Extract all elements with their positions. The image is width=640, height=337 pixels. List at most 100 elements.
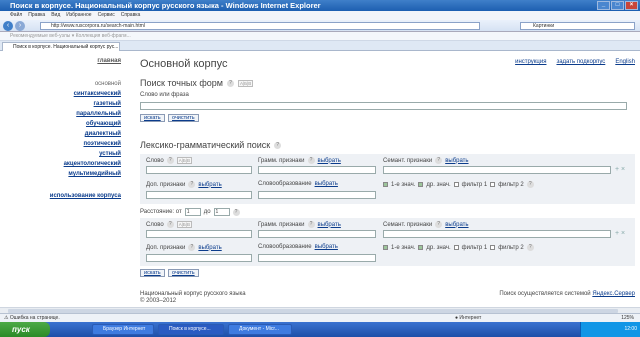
search-input[interactable]: Картинки bbox=[520, 22, 635, 30]
checkbox-filter1-2[interactable] bbox=[453, 245, 459, 250]
sem-choose-link[interactable]: выбрать bbox=[445, 158, 468, 164]
tab-active[interactable]: Поиск в корпусе. Национальный корпус рус… bbox=[2, 42, 120, 51]
help-icon[interactable]: ? bbox=[274, 141, 282, 149]
menu-help[interactable]: Справка bbox=[121, 11, 141, 20]
help-icon[interactable]: ? bbox=[188, 244, 196, 251]
sidebar-item-poetry[interactable]: поэтический bbox=[83, 141, 121, 147]
warning-icon[interactable]: ⚠ bbox=[4, 315, 8, 321]
exact-search-button[interactable]: искать bbox=[140, 114, 165, 122]
tab-bar: Поиск в корпусе. Национальный корпус рус… bbox=[0, 41, 640, 51]
sem-input[interactable] bbox=[383, 166, 611, 174]
sidebar-item-accent[interactable]: акцентологический bbox=[64, 161, 121, 167]
favorites-items[interactable]: Рекомендуемые веб-узлы ▾ Коллекция веб-ф… bbox=[10, 33, 131, 39]
menu-view[interactable]: Вид bbox=[51, 11, 60, 20]
help-icon[interactable]: ? bbox=[435, 221, 443, 228]
maximize-button[interactable]: □ bbox=[611, 1, 624, 10]
yandex-server-link[interactable]: Яндекс.Сервер bbox=[592, 291, 635, 297]
english-link[interactable]: English bbox=[615, 59, 635, 65]
gram-choose-link-2[interactable]: выбрать bbox=[318, 222, 341, 228]
add-remove-icons-2[interactable]: + × bbox=[615, 230, 625, 237]
word-block-2: Слово ? А|Б|В Грамм. признаки ? выбрать … bbox=[140, 218, 635, 266]
status-error-text[interactable]: Ошибка на странице. bbox=[10, 315, 60, 321]
sidebar-item-dialect[interactable]: диалектный bbox=[85, 131, 121, 137]
addit-input-2[interactable] bbox=[146, 254, 252, 262]
addit-choose-link-2[interactable]: выбрать bbox=[198, 245, 221, 251]
addit-input[interactable] bbox=[146, 191, 252, 199]
wordform-choose-link[interactable]: выбрать bbox=[315, 181, 338, 187]
sidebar-item-learning[interactable]: обучающий bbox=[86, 121, 121, 127]
sem-choose-link-2[interactable]: выбрать bbox=[445, 222, 468, 228]
lexgram-search-button[interactable]: искать bbox=[140, 269, 165, 277]
menu-tools[interactable]: Сервис bbox=[98, 11, 115, 20]
zoom-level[interactable]: 125% bbox=[621, 314, 634, 322]
distance-to-label: до bbox=[203, 209, 211, 215]
help-icon[interactable]: ? bbox=[526, 181, 534, 188]
sem-label-text-2: Семант. признаки bbox=[383, 221, 433, 228]
word-input[interactable] bbox=[146, 166, 252, 174]
wordform-label-2: Словообразование выбрать bbox=[258, 244, 338, 250]
sidebar-item-home[interactable]: главная bbox=[97, 58, 121, 64]
help-icon[interactable]: ? bbox=[435, 157, 443, 164]
addit-label-text-2: Доп. признаки bbox=[146, 244, 186, 251]
lexgram-clear-button[interactable]: очистить bbox=[168, 269, 199, 277]
distance-to-input[interactable]: 1 bbox=[213, 208, 230, 216]
gram-label: Грамм. признаки ? выбрать bbox=[258, 157, 341, 164]
keyboard-icon[interactable]: А|Б|В bbox=[176, 221, 192, 228]
wordform-choose-link-2[interactable]: выбрать bbox=[315, 244, 338, 250]
checkbox-other-meaning[interactable] bbox=[418, 182, 424, 187]
help-icon[interactable]: ? bbox=[227, 79, 234, 87]
close-button[interactable]: × bbox=[625, 1, 638, 10]
addit-choose-link[interactable]: выбрать bbox=[198, 182, 221, 188]
add-remove-icons[interactable]: + × bbox=[615, 166, 625, 173]
keyboard-icon[interactable]: А|Б|В bbox=[238, 79, 254, 87]
distance-from-input[interactable]: 1 bbox=[184, 208, 201, 216]
help-icon[interactable]: ? bbox=[232, 208, 240, 216]
menu-file[interactable]: Файл bbox=[10, 11, 22, 20]
gram-input[interactable] bbox=[258, 166, 376, 174]
checkbox-other-meaning-2[interactable] bbox=[418, 245, 424, 250]
taskbar-item-ie[interactable]: Поиск в корпусе... bbox=[158, 324, 224, 335]
taskbar-item-word[interactable]: Документ - Micr... bbox=[228, 324, 292, 335]
subcorpus-link[interactable]: задать подкорпус bbox=[556, 59, 605, 65]
filters-row: 1-е знач. др. знач. фильтр 1 фильтр 2 ? bbox=[383, 181, 534, 188]
back-icon[interactable]: ‹ bbox=[3, 21, 13, 31]
sidebar-item-multimedia[interactable]: мультимедийный bbox=[68, 171, 121, 177]
checkbox-filter2-2[interactable] bbox=[490, 245, 496, 250]
gram-input-2[interactable] bbox=[258, 230, 376, 238]
sidebar-item-newspaper[interactable]: газетный bbox=[94, 101, 121, 107]
taskbar-item-browser[interactable]: Браузер Интернет bbox=[92, 324, 154, 335]
wordform-input-2[interactable] bbox=[258, 254, 376, 262]
help-icon[interactable]: ? bbox=[307, 157, 315, 164]
page-title: Основной корпус bbox=[140, 58, 228, 70]
keyboard-icon[interactable]: А|Б|В bbox=[176, 157, 192, 164]
sidebar-item-usage[interactable]: использование корпуса bbox=[50, 193, 121, 199]
help-icon[interactable]: ? bbox=[188, 181, 196, 188]
word-input-2[interactable] bbox=[146, 230, 252, 238]
checkbox-filter2[interactable] bbox=[490, 182, 496, 187]
forward-icon[interactable]: › bbox=[15, 21, 25, 31]
word-block-1: Слово ? А|Б|В Грамм. признаки ? выбрать … bbox=[140, 154, 635, 204]
sidebar-item-parallel[interactable]: параллельный bbox=[76, 111, 121, 117]
start-button[interactable]: пуск bbox=[0, 322, 50, 337]
help-icon[interactable]: ? bbox=[307, 221, 315, 228]
help-icon[interactable]: ? bbox=[526, 244, 534, 251]
sidebar-item-syntax[interactable]: синтаксический bbox=[74, 91, 121, 97]
gram-choose-link[interactable]: выбрать bbox=[318, 158, 341, 164]
sem-input-2[interactable] bbox=[383, 230, 611, 238]
help-icon[interactable]: ? bbox=[166, 221, 174, 228]
instructions-link[interactable]: инструкция bbox=[515, 59, 546, 65]
help-icon[interactable]: ? bbox=[166, 157, 174, 164]
exact-clear-button[interactable]: очистить bbox=[168, 114, 199, 122]
clock: 12:00 bbox=[624, 326, 637, 332]
address-input[interactable]: http://www.ruscorpora.ru/search-main.htm… bbox=[40, 22, 480, 30]
minimize-button[interactable]: _ bbox=[597, 1, 610, 10]
menu-favorites[interactable]: Избранное bbox=[66, 11, 91, 20]
sidebar-item-spoken[interactable]: устный bbox=[99, 151, 121, 157]
checkbox-filter1[interactable] bbox=[453, 182, 459, 187]
wordform-input[interactable] bbox=[258, 191, 376, 199]
word-label-text: Слово bbox=[146, 157, 164, 164]
menu-edit[interactable]: Правка bbox=[28, 11, 45, 20]
exact-phrase-input[interactable] bbox=[140, 102, 627, 110]
checkbox-first-meaning[interactable] bbox=[383, 182, 388, 187]
checkbox-first-meaning-2[interactable] bbox=[383, 245, 388, 250]
